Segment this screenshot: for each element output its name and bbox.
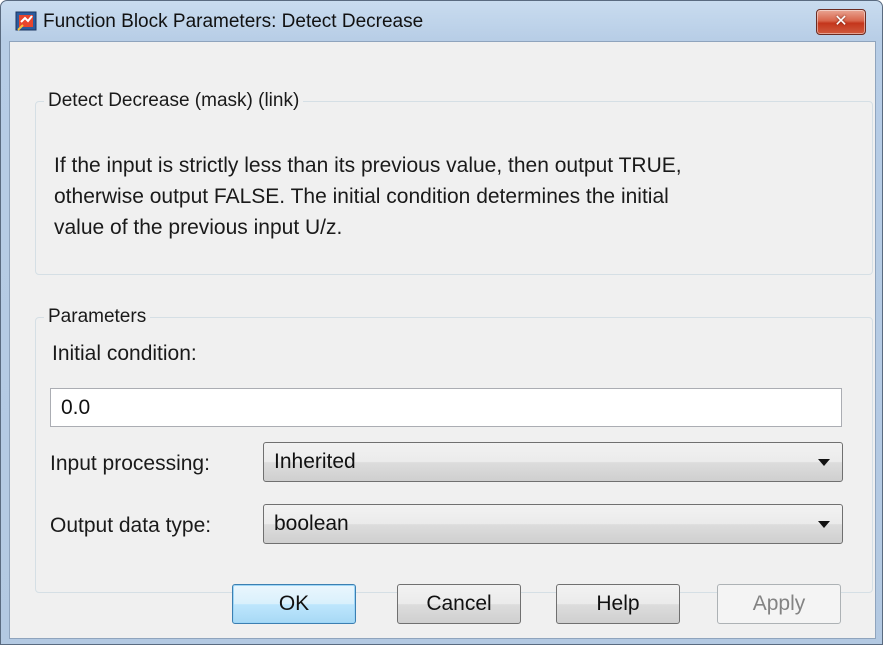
title-bar[interactable]: Function Block Parameters: Detect Decrea…	[1, 1, 882, 41]
output-data-type-value: boolean	[274, 512, 349, 535]
simulink-block-icon	[15, 11, 37, 31]
description-line: If the input is strictly less than its p…	[54, 154, 682, 177]
description-line: otherwise output FALSE. The initial cond…	[54, 185, 669, 208]
output-data-type-select[interactable]: boolean	[263, 504, 843, 544]
chevron-down-icon	[818, 459, 830, 466]
ok-button[interactable]: OK	[232, 584, 356, 624]
block-description-title: Detect Decrease (mask) (link)	[48, 90, 300, 111]
dialog-window: Function Block Parameters: Detect Decrea…	[0, 0, 883, 645]
close-button[interactable]: ✕	[816, 9, 866, 35]
cancel-button[interactable]: Cancel	[397, 584, 521, 624]
input-processing-select[interactable]: Inherited	[263, 442, 843, 482]
initial-condition-label: Initial condition:	[52, 342, 197, 365]
window-title: Function Block Parameters: Detect Decrea…	[43, 11, 424, 32]
parameters-title: Parameters	[48, 306, 147, 327]
input-processing-value: Inherited	[274, 450, 356, 473]
input-processing-label: Input processing:	[50, 452, 210, 475]
apply-button[interactable]: Apply	[717, 584, 841, 624]
block-description-text: If the input is strictly less than its p…	[54, 150, 864, 243]
block-description-group: Detect Decrease (mask) (link) If the inp…	[35, 90, 873, 275]
dialog-body: Detect Decrease (mask) (link) If the inp…	[9, 41, 876, 639]
initial-condition-input[interactable]: 0.0	[50, 388, 842, 427]
description-line: value of the previous input U/z.	[54, 216, 343, 239]
close-icon: ✕	[834, 11, 848, 30]
output-data-type-label: Output data type:	[50, 514, 212, 537]
chevron-down-icon	[818, 521, 830, 528]
help-button[interactable]: Help	[556, 584, 680, 624]
